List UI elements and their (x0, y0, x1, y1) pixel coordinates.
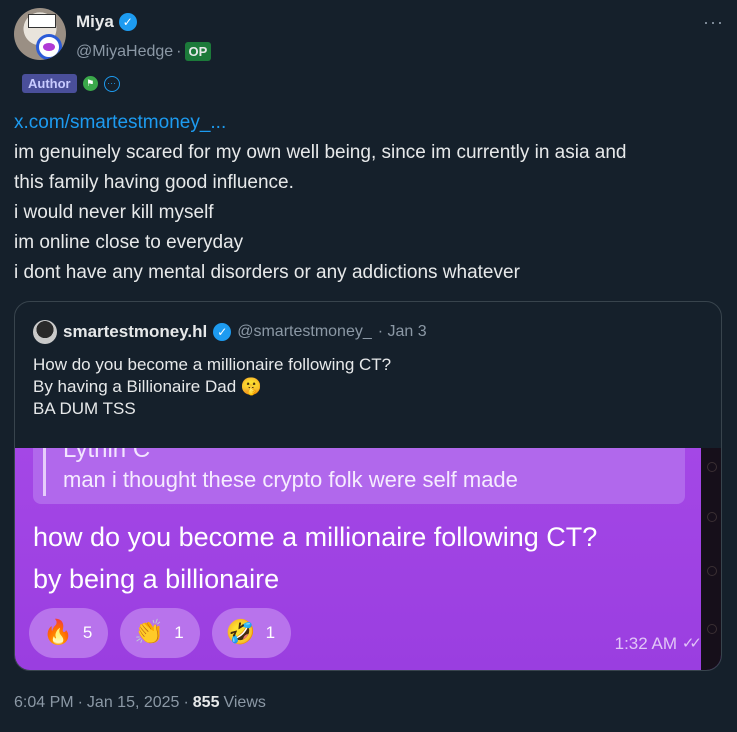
tweet-link[interactable]: x.com/smartestmoney_... (14, 112, 226, 133)
tweet-footer: 6:04 PM · Jan 15, 2025 · 855 Views (14, 694, 266, 712)
rofl-icon: 🤣 (225, 619, 256, 646)
tweet-line: im online close to everyday (14, 232, 244, 253)
reaction-clap: 👏 1 (120, 608, 200, 658)
reply-author: Lythin C (63, 448, 151, 463)
reaction-count: 1 (265, 623, 276, 642)
quote-image[interactable]: Lythin C man i thought these crypto folk… (15, 448, 721, 670)
quote-handle: @smartestmoney_ (237, 323, 372, 340)
fire-icon: 🔥 (43, 619, 73, 646)
views-count: 855 (192, 694, 220, 711)
message-text: how do you become a millionaire followin… (33, 516, 597, 600)
views-label: Views (223, 694, 266, 711)
reaction-fire: 🔥 5 (29, 608, 109, 658)
author-badge: Author (22, 74, 77, 93)
message-time: 1:32 AM (614, 634, 677, 653)
author-name-row: Miya ✓ (76, 12, 137, 32)
post-time[interactable]: 6:04 PM (14, 694, 74, 712)
quote-header: smartestmoney.hl ✓ @smartestmoney_ · Jan… (33, 320, 427, 344)
ellipsis-circle-icon[interactable]: ··· (103, 75, 120, 92)
post-date[interactable]: Jan 15, 2025 (87, 694, 180, 712)
author-avatar[interactable] (14, 8, 66, 60)
reaction-rofl: 🤣 1 (211, 608, 292, 658)
reaction-count: 5 (82, 623, 93, 642)
verified-badge-icon: ✓ (118, 13, 137, 31)
tweet-body: x.com/smartestmoney_... im genuinely sca… (14, 108, 724, 288)
footer-separator: · (183, 694, 189, 711)
quoted-tweet[interactable]: smartestmoney.hl ✓ @smartestmoney_ · Jan… (14, 301, 722, 671)
tweet-header: Miya ✓ @MiyaHedge · OP ··· Author ⚑ ··· (14, 8, 724, 93)
reply-bar (43, 448, 46, 496)
message-line: by being a billionaire (33, 564, 280, 594)
quote-avatar (33, 320, 57, 344)
quote-display-name: smartestmoney.hl (63, 322, 208, 341)
reply-text: man i thought these crypto folk were sel… (63, 467, 518, 492)
tweet-line: i dont have any mental disorders or any … (14, 262, 520, 283)
op-badge: OP (184, 42, 212, 61)
author-handle[interactable]: @MiyaHedge (76, 43, 173, 61)
tweet-line: im genuinely scared for my own well bein… (14, 142, 627, 163)
tweet-line: i would never kill myself (14, 202, 214, 223)
flag-icon: ⚑ (82, 76, 98, 91)
chat-background-strip (701, 448, 721, 670)
avatar-sign (28, 14, 56, 28)
avatar-eye-badge (36, 34, 62, 60)
more-options-icon[interactable]: ··· (703, 12, 724, 33)
handle-separator: · (176, 42, 182, 60)
tweet-line: this family having good influence. (14, 172, 294, 193)
quote-line: How do you become a millionaire followin… (33, 355, 392, 374)
author-handle-row: @MiyaHedge · OP (76, 42, 212, 61)
quote-line: BA DUM TSS (33, 399, 136, 418)
clap-icon: 👏 (134, 619, 165, 646)
quote-verified-icon: ✓ (213, 323, 232, 341)
quote-line: By having a Billionaire Dad 🤫 (33, 377, 263, 396)
author-badges: Author ⚑ ··· (22, 74, 120, 93)
reply-preview: Lythin C man i thought these crypto folk… (33, 448, 685, 504)
reactions: 🔥 5 👏 1 🤣 1 (29, 608, 292, 658)
author-display-name[interactable]: Miya (76, 12, 114, 32)
quote-date: · Jan 3 (377, 323, 427, 340)
message-line: how do you become a millionaire followin… (33, 522, 598, 552)
quote-text: How do you become a millionaire followin… (33, 354, 391, 420)
reaction-count: 1 (174, 623, 184, 642)
double-check-icon: ✓✓ (681, 635, 702, 652)
footer-separator: · (77, 694, 83, 711)
